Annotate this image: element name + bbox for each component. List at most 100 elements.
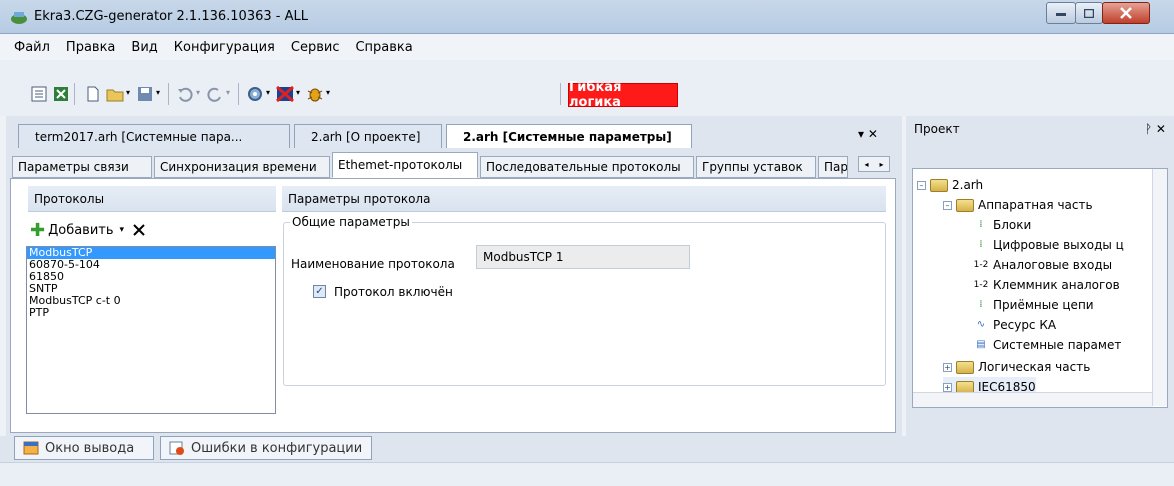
project-title: Проект — [914, 122, 960, 136]
expand-icon[interactable]: + — [943, 362, 952, 372]
tree-logic-label: Логическая часть — [978, 360, 1091, 374]
menu-configuration[interactable]: Конфигурация — [174, 40, 275, 55]
tab-params-truncated[interactable]: Пар — [818, 156, 848, 178]
list-item[interactable]: PTP — [27, 307, 275, 319]
tab-scroll-right-icon[interactable]: ▸ — [879, 160, 883, 169]
project-tree: –2.arh – Аппаратная часть ⁞ Блоки ⁞ Цифровы… — [912, 168, 1168, 408]
flex-logic-button[interactable]: Гибкая логика — [568, 80, 678, 110]
config-errors-icon — [169, 441, 184, 455]
tree-root[interactable]: – 2.arh — [917, 175, 983, 195]
minimize-icon — [1056, 13, 1066, 16]
open-dropdown-icon[interactable]: ▾ — [126, 88, 130, 97]
menu-help[interactable]: Справка — [355, 40, 412, 55]
menu-file[interactable]: Файл — [14, 40, 50, 55]
list-item[interactable]: 60870-5-104 — [27, 259, 275, 271]
folder-icon — [956, 198, 974, 212]
tab-settings-groups[interactable]: Группы уставок — [696, 156, 816, 178]
tree-item-blocks[interactable]: ⁞ Блоки — [973, 215, 1031, 235]
receiving-circuits-icon: ⁞ — [979, 299, 983, 310]
tab-scroll[interactable]: ◂ ▸ — [858, 156, 890, 172]
menu-edit[interactable]: Правка — [66, 40, 115, 55]
tree-item-receiving-circuits[interactable]: ⁞ Приёмные цепи — [973, 295, 1094, 315]
protocols-header: Протоколы — [28, 186, 276, 212]
bug-dropdown-icon[interactable]: ▾ — [326, 88, 330, 97]
add-icon[interactable]: ✚ — [30, 220, 45, 241]
tree-item-analog-terminal[interactable]: 1-2 Клеммник аналогов — [973, 275, 1120, 295]
undo-icon[interactable] — [176, 85, 194, 103]
tree-item-label: Цифровые выходы ц — [993, 238, 1124, 252]
tree-horizontal-scrollbar[interactable] — [913, 392, 1152, 407]
add-protocol-button[interactable]: Добавить — [48, 223, 113, 238]
open-folder-icon[interactable] — [106, 85, 124, 103]
save-dropdown-icon[interactable]: ▾ — [156, 88, 160, 97]
menu-service[interactable]: Сервис — [291, 40, 340, 55]
toolbar-separator — [238, 83, 239, 105]
folder-icon — [956, 360, 974, 374]
settings-dropdown-icon[interactable]: ▾ — [266, 88, 270, 97]
collapse-icon[interactable]: – — [943, 200, 952, 210]
tree-item-label: Клеммник аналогов — [993, 278, 1120, 292]
new-file-icon[interactable] — [84, 85, 102, 103]
minimize-button[interactable] — [1046, 2, 1076, 24]
tab-output-window[interactable]: Окно вывода — [14, 436, 154, 460]
maximize-button[interactable] — [1075, 2, 1103, 24]
tree-item-label: Аналоговые входы — [993, 258, 1113, 272]
delete-icon[interactable] — [132, 223, 146, 237]
protocol-enabled-checkbox[interactable]: ✓ — [313, 285, 326, 298]
general-params-title: Общие параметры — [290, 215, 412, 229]
title-bar: Ekra3.CZG-generator 2.1.136.10363 - ALL — [0, 0, 1174, 34]
protocols-list[interactable]: ModbusTCP 60870-5-104 61850 SNTP ModbusT… — [26, 246, 276, 414]
tree-item-analog-inputs[interactable]: 1-2 Аналоговые входы — [973, 255, 1112, 275]
output-window-icon — [23, 441, 39, 455]
tree-hardware[interactable]: – Аппаратная часть — [943, 195, 1093, 215]
redo-icon[interactable] — [206, 85, 224, 103]
doc-tab-about[interactable]: 2.arh [О проекте] — [294, 124, 442, 148]
tab-serial[interactable]: Последовательные протоколы — [480, 156, 694, 178]
add-dropdown-icon[interactable]: ▾ — [120, 225, 125, 235]
doc-tab-term2017[interactable]: term2017.arh [Системные пара... — [18, 124, 290, 148]
params-header: Параметры протокола — [282, 186, 886, 212]
tree-item-ka-resource[interactable]: ∿ Ресурс КА — [973, 315, 1056, 335]
protocol-enabled-label: Протокол включён — [334, 285, 453, 299]
save-icon[interactable] — [136, 85, 154, 103]
expand-icon[interactable]: + — [943, 382, 952, 392]
tree-item-digital-outputs[interactable]: ⁞ Цифровые выходы ц — [973, 235, 1124, 255]
tree-vertical-scrollbar[interactable] — [1152, 169, 1167, 406]
bug-icon[interactable] — [306, 85, 324, 103]
tree-logic[interactable]: + Логическая часть — [943, 357, 1090, 377]
excel-icon[interactable] — [52, 85, 70, 103]
protocol-name-label: Наименование протокола — [291, 257, 455, 271]
undo-dropdown-icon[interactable]: ▾ — [196, 88, 200, 97]
tree-item-system-params[interactable]: ▤ Системные парамет — [973, 335, 1121, 355]
signals-dropdown-icon[interactable]: ▾ — [296, 88, 300, 97]
tab-config-errors[interactable]: Ошибки в конфигурации — [160, 436, 372, 460]
tab-communication[interactable]: Параметры связи — [12, 156, 152, 178]
list-item[interactable]: 61850 — [27, 271, 275, 283]
list-item[interactable]: ModbusTCP c-t 0 — [27, 295, 275, 307]
tab-ethernet[interactable]: Ethemet-протоколы — [332, 152, 478, 178]
analog-terminal-icon: 1-2 — [973, 280, 989, 290]
params-title: Параметры протокола — [288, 192, 431, 206]
settings-icon[interactable] — [246, 85, 264, 103]
close-button[interactable] — [1102, 2, 1150, 24]
tab-scroll-left-icon[interactable]: ◂ — [864, 160, 868, 169]
maximize-icon — [1084, 8, 1094, 18]
config-errors-label: Ошибки в конфигурации — [191, 440, 363, 456]
doc-tabs-menu[interactable]: ▾ ✕ — [858, 127, 878, 141]
menu-bar: Файл Правка Вид Конфигурация Сервис Спра… — [0, 34, 1174, 60]
redo-dropdown-icon[interactable]: ▾ — [226, 88, 230, 97]
project-header: Проект ᚹ ✕ — [906, 116, 1174, 142]
pin-close-icons[interactable]: ᚹ ✕ — [1145, 122, 1166, 136]
tab-time-sync[interactable]: Синхронизация времени — [154, 156, 330, 178]
tree-item-label: Приёмные цепи — [993, 298, 1094, 312]
toolbar-separator — [560, 83, 561, 105]
menu-view[interactable]: Вид — [131, 40, 157, 55]
doc-tab-system-params[interactable]: 2.arh [Системные параметры] — [446, 124, 692, 148]
list-icon[interactable] — [30, 85, 48, 103]
signals-icon[interactable] — [276, 85, 294, 103]
collapse-icon[interactable]: – — [917, 180, 926, 190]
tree-item-label: Системные парамет — [993, 338, 1122, 352]
app-icon — [11, 12, 27, 24]
protocol-name-field[interactable]: ModbusTCP 1 — [476, 245, 690, 269]
document-icon: ▤ — [976, 339, 986, 350]
